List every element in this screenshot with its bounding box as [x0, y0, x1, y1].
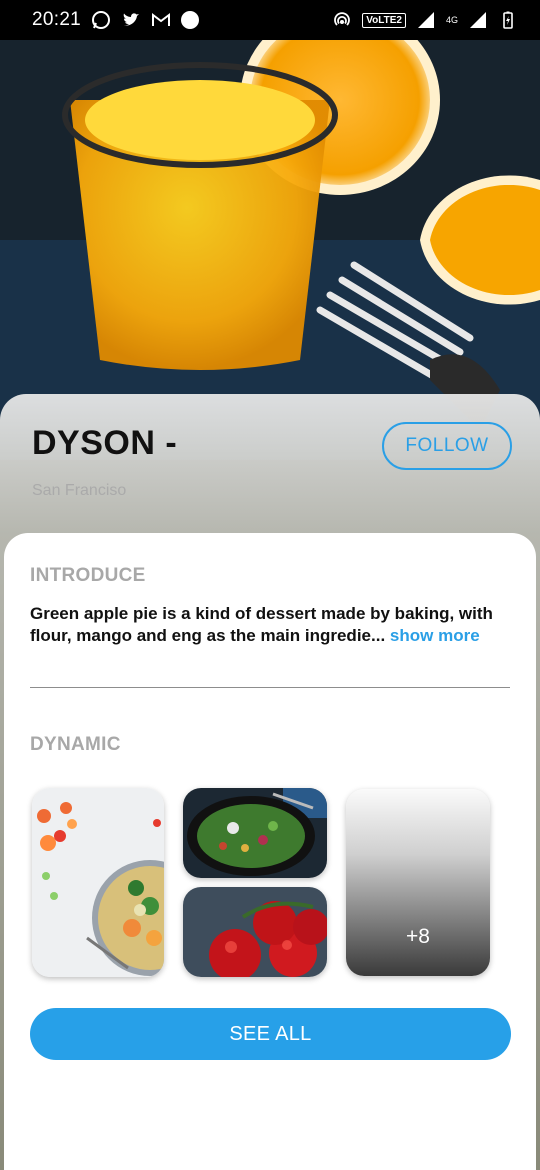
battery-icon: [503, 11, 513, 29]
notification-dot-icon: [181, 11, 200, 29]
whatsapp-icon: [92, 11, 111, 29]
status-bar-left: 20:21: [32, 9, 200, 31]
gmail-icon: [152, 13, 171, 26]
dynamic-thumbnail-1[interactable]: [32, 788, 164, 977]
signal-icon-2: [470, 12, 486, 28]
see-all-button[interactable]: SEE ALL: [30, 1008, 511, 1060]
signal-icon: [417, 12, 434, 28]
dynamic-thumbnail-3[interactable]: [183, 887, 327, 977]
status-bar: 20:21 VoLTE2 4G: [0, 0, 540, 40]
dynamic-thumbnail-2[interactable]: [183, 788, 327, 878]
follow-button[interactable]: FOLLOW: [382, 422, 512, 470]
network-type: 4G: [445, 15, 458, 25]
dynamic-title: DYNAMIC: [30, 734, 121, 755]
introduce-text-block: Green apple pie is a kind of dessert mad…: [30, 603, 516, 647]
more-count: +8: [406, 925, 430, 948]
status-bar-right: VoLTE2 4G: [332, 10, 518, 30]
content-sheet: INTRODUCE Green apple pie is a kind of d…: [4, 533, 536, 1170]
green-salad-image: [183, 788, 327, 878]
more-photos-tile[interactable]: +8: [346, 789, 490, 976]
profile-location: San Franciso: [32, 482, 127, 499]
divider: [30, 687, 510, 688]
show-more-link[interactable]: show more: [390, 626, 480, 645]
tomatoes-image: [183, 887, 327, 977]
hotspot-icon: [334, 12, 351, 26]
twitter-icon: [123, 13, 140, 26]
profile-name: DYSON -: [32, 424, 178, 462]
volte-badge: VoLTE2: [362, 12, 406, 28]
status-time: 20:21: [32, 9, 82, 30]
introduce-title: INTRODUCE: [30, 565, 146, 586]
salad-bowl-image: [32, 788, 164, 977]
